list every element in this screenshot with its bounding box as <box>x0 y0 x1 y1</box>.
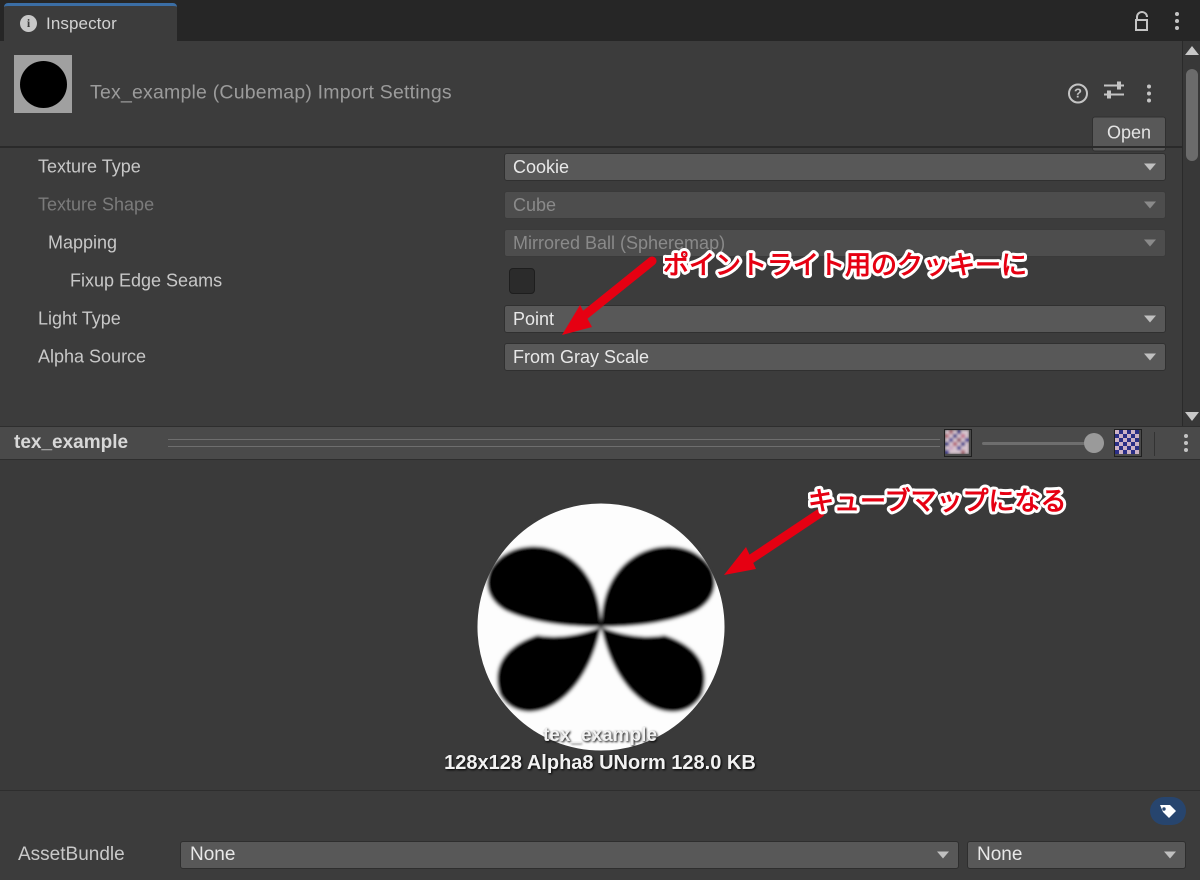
chevron-down-icon <box>937 851 949 859</box>
chevron-down-icon <box>1164 851 1176 859</box>
checkerboard-blurry-icon[interactable] <box>944 429 972 457</box>
property-label: Texture Shape <box>38 194 155 215</box>
assetbundle-name-dropdown[interactable]: None <box>180 841 959 869</box>
dropdown-value: Cube <box>513 194 557 215</box>
window-tab-bar: i Inspector <box>0 0 1200 41</box>
preview-name: tex_example <box>14 432 129 453</box>
asset-header: Tex_example (Cubemap) Import Settings ? … <box>0 41 1182 152</box>
window-menu-icon[interactable] <box>1168 10 1186 32</box>
info-icon: i <box>20 15 37 32</box>
annotation-text-2: キューブマップになる キューブマップになる <box>805 482 1098 527</box>
dropdown-value: None <box>190 844 236 865</box>
chevron-down-icon <box>1144 353 1156 361</box>
scroll-down-icon[interactable] <box>1184 412 1199 421</box>
mip-level-slider[interactable] <box>982 433 1104 453</box>
scrollbar-thumb[interactable] <box>1186 69 1198 161</box>
chevron-down-icon <box>1144 201 1156 209</box>
chevron-down-icon <box>1144 315 1156 323</box>
property-row-alpha-source: Alpha Source From Gray Scale <box>0 338 1182 376</box>
inspector-window: i Inspector Tex_example (Cubemap) Import… <box>0 0 1200 880</box>
preview-texture-name: tex_example <box>542 725 658 746</box>
property-label: Light Type <box>38 308 121 329</box>
help-icon[interactable]: ? <box>1068 83 1088 103</box>
assetbundle-variant-dropdown[interactable]: None <box>967 841 1186 869</box>
inspector-body: Tex_example (Cubemap) Import Settings ? … <box>0 41 1182 426</box>
chevron-down-icon <box>1144 163 1156 171</box>
dropdown-value: From Gray Scale <box>513 346 650 367</box>
preview-menu-icon[interactable] <box>1184 434 1188 452</box>
asset-menu-icon[interactable] <box>1140 82 1158 104</box>
unlock-icon[interactable] <box>1132 10 1152 32</box>
texture-shape-dropdown: Cube <box>504 191 1166 219</box>
inspector-scrollbar[interactable] <box>1182 41 1200 426</box>
property-row-light-type: Light Type Point <box>0 300 1182 338</box>
dropdown-value: None <box>977 844 1023 865</box>
texture-preview-image <box>474 500 728 754</box>
dropdown-value: Cookie <box>513 156 570 177</box>
tab-inspector-label: Inspector <box>46 13 117 33</box>
annotation-text-1: ポイントライト用のクッキーに ポイントライト用のクッキーに <box>660 246 1043 291</box>
property-label: Texture Type <box>38 156 141 177</box>
assetbundle-label: AssetBundle <box>18 844 125 865</box>
scroll-up-icon[interactable] <box>1184 46 1199 55</box>
alpha-source-dropdown[interactable]: From Gray Scale <box>504 343 1166 371</box>
preview-texture-info: 128x128 Alpha8 UNorm 128.0 KB <box>444 752 756 774</box>
tab-inspector[interactable]: i Inspector <box>4 3 177 41</box>
texture-thumbnail[interactable] <box>14 55 72 113</box>
dropdown-value: Point <box>513 308 555 329</box>
preview-toolbar-divider <box>1154 432 1155 456</box>
property-row-texture-type: Texture Type Cookie <box>0 148 1182 186</box>
chevron-down-icon <box>1144 239 1156 247</box>
slider-knob[interactable] <box>1084 433 1104 453</box>
preview-header: tex_example <box>0 426 1200 460</box>
checkerboard-sharp-icon[interactable] <box>1114 429 1142 457</box>
texture-type-dropdown[interactable]: Cookie <box>504 153 1166 181</box>
property-label: Alpha Source <box>38 346 147 367</box>
property-row-texture-shape: Texture Shape Cube <box>0 186 1182 224</box>
svg-text:ポイントライト用のクッキーに: ポイントライト用のクッキーに <box>663 250 1027 281</box>
preview-divider <box>168 439 940 447</box>
property-label: Mapping <box>48 232 118 253</box>
assetbundle-bar: AssetBundle None None <box>0 790 1200 880</box>
fixup-edge-seams-checkbox[interactable] <box>509 268 535 294</box>
page-title: Tex_example (Cubemap) Import Settings <box>90 81 452 104</box>
svg-text:キューブマップになる: キューブマップになる <box>808 486 1066 517</box>
property-label: Fixup Edge Seams <box>70 270 223 291</box>
tag-badge-icon[interactable] <box>1150 797 1186 825</box>
light-type-dropdown[interactable]: Point <box>504 305 1166 333</box>
preset-settings-icon[interactable] <box>1102 81 1126 106</box>
